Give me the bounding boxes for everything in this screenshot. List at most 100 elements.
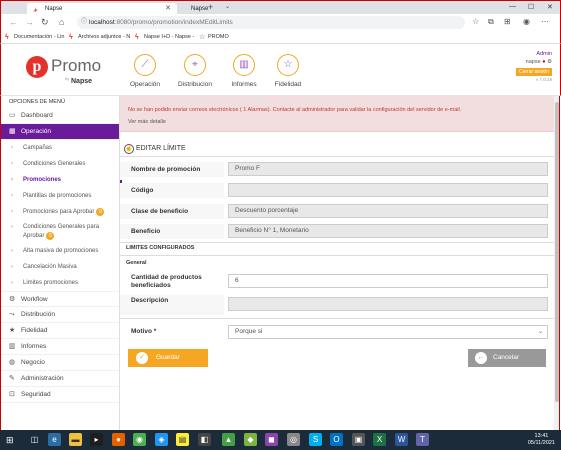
sidebar-item-distribucion[interactable]: ⤳ Distribución <box>1 307 119 323</box>
forward-icon[interactable]: → <box>25 17 34 27</box>
beneficio-field: Beneficio N° 1, Monetario <box>228 224 548 238</box>
sidebar-sub-alta-masiva[interactable]: › Alta masiva de promociones <box>1 243 119 259</box>
check-icon: ✓ <box>136 352 148 364</box>
home-icon[interactable]: ⌂ <box>59 17 64 27</box>
scrollbar[interactable] <box>554 96 560 430</box>
profile-icon[interactable]: ◉ <box>523 17 530 26</box>
bookmark-item[interactable]: ϟ Napse I+D - Napse - <box>135 33 194 42</box>
sidebar: OPCIONES DE MENÚ ▭ Dashboard ▦ Operación… <box>0 96 120 430</box>
chevron-right-icon: › <box>11 248 13 254</box>
globe-icon: ◍ <box>9 359 16 366</box>
minimize-icon[interactable]: — <box>509 3 516 10</box>
sidebar-sub-campanas[interactable]: › Campañas <box>1 140 119 156</box>
terminal-icon[interactable]: ▸ <box>90 433 103 446</box>
thumbs-up-icon: ☝ <box>124 144 134 154</box>
reload-icon[interactable]: ↻ <box>41 17 49 28</box>
bookmark-star-icon[interactable]: ☆ <box>472 17 479 26</box>
sticky-notes-icon[interactable]: ▤ <box>176 433 189 446</box>
alert-more-link[interactable]: Ver más detalle <box>128 116 546 128</box>
promo-logo-icon[interactable]: p <box>26 56 48 78</box>
sidebar-sub-promociones-aprobar[interactable]: › Promociones para Aprobar 0 <box>1 204 119 220</box>
sidebar-title: OPCIONES DE MENÚ <box>9 99 65 105</box>
sidebar-sub-limites[interactable]: › Limites promociones <box>1 275 119 291</box>
windows-start-icon[interactable]: ⊞ <box>6 435 14 446</box>
cancel-button[interactable]: ← Cancelar <box>468 349 546 367</box>
app-icon[interactable]: ▲ <box>222 433 235 446</box>
url-input[interactable]: ⓘ localhost:8080/promo/promotion/indexME… <box>77 16 465 29</box>
new-tab-icon[interactable]: + <box>208 2 213 12</box>
clock-time: 13:41 <box>534 433 549 439</box>
sidebar-sub-condiciones[interactable]: › Condiciones Generales <box>1 156 119 172</box>
bookmark-label: Napse I+D - Napse - <box>144 34 195 40</box>
app-icon[interactable]: ▣ <box>352 433 365 446</box>
back-icon[interactable]: ← <box>9 17 18 27</box>
star-icon: ★ <box>9 327 16 334</box>
scroll-thumb[interactable] <box>555 102 559 402</box>
sidebar-item-workflow[interactable]: ⚙ Workflow <box>1 291 119 307</box>
motivo-select[interactable]: Porque si ⌄ <box>228 325 548 339</box>
app-icon[interactable]: ◎ <box>287 433 300 446</box>
firefox-icon[interactable]: ● <box>112 433 125 446</box>
sidebar-item-informes[interactable]: ▥ Informes <box>1 339 119 355</box>
napse-favicon-icon <box>33 6 38 13</box>
collections-icon[interactable]: ⊞ <box>504 17 511 26</box>
divider <box>120 242 554 243</box>
sidebar-sub-promociones[interactable]: › Promociones <box>1 172 119 188</box>
module-operacion[interactable]: ⟋ Operación <box>125 54 165 88</box>
word-icon[interactable]: W <box>395 433 408 446</box>
tab-label: Napse <box>191 6 209 12</box>
more-menu-icon[interactable]: ⋯ <box>541 17 549 26</box>
app-icon[interactable]: ◼ <box>265 433 278 446</box>
save-button[interactable]: ✓ Guardar <box>128 349 208 367</box>
info-icon: ⓘ <box>81 19 88 25</box>
row-motivo: Motivo * Porque si ⌄ <box>120 325 554 341</box>
extensions-icon[interactable]: ⧉ <box>488 17 494 27</box>
sidebar-item-dashboard[interactable]: ▭ Dashboard <box>1 108 119 124</box>
module-distribucion[interactable]: ⌖ Distribucion <box>175 54 215 88</box>
windows-taskbar: ⊞ ◫ e ▬ ▸ ● ◉ ◈ ▤ ◧ ▲ ◆ ◼ ◎ S O ▣ X W T … <box>0 430 561 450</box>
descripcion-label: Descripción <box>120 295 224 315</box>
app-icon[interactable]: ◆ <box>244 433 257 446</box>
maximize-icon[interactable]: ☐ <box>528 3 534 11</box>
map-pin-icon: ⌖ <box>184 54 206 76</box>
sidebar-item-fidelidad[interactable]: ★ Fidelidad <box>1 323 119 339</box>
clock[interactable]: 13:41 05/11/2021 <box>528 433 555 447</box>
skype-icon[interactable]: S <box>309 433 322 446</box>
tab-menu-chevron-icon[interactable]: ⌄ <box>225 3 230 10</box>
browser-tab-bar: Napse ✕ Napse + ⌄ — ☐ ✕ <box>0 0 561 15</box>
chevron-right-icon: › <box>11 209 13 215</box>
bookmark-item[interactable]: ☆ PROMO <box>199 33 229 42</box>
excel-icon[interactable]: X <box>373 433 386 446</box>
bookmark-item[interactable]: ϟ Archivos adjuntos - N <box>69 33 130 42</box>
sidebar-sub-condiciones-aprobar[interactable]: › Condiciones Generales para Aprobar 0 <box>1 220 119 243</box>
close-window-icon[interactable]: ✕ <box>547 3 553 11</box>
module-label: Informes <box>231 81 257 88</box>
teams-icon[interactable]: T <box>416 433 429 446</box>
bookmark-item[interactable]: ϟ Documentación - Lin <box>5 33 64 42</box>
module-label: Fidelidad <box>274 81 302 88</box>
sidebar-item-operacion[interactable]: ▦ Operación <box>1 124 119 140</box>
task-view-icon[interactable]: ◫ <box>28 433 41 446</box>
edge-icon[interactable]: e <box>48 433 61 446</box>
sidebar-item-seguridad[interactable]: ⊡ Seguridad <box>1 387 119 403</box>
alert-icon: ● <box>542 59 546 65</box>
outlook-icon[interactable]: O <box>330 433 343 446</box>
sidebar-item-administracion[interactable]: ✎ Administración <box>1 371 119 387</box>
sidebar-sub-cancelacion[interactable]: › Cancelación Masiva <box>1 259 119 275</box>
module-informes[interactable]: ▥ Informes <box>224 54 264 88</box>
descripcion-field <box>228 297 548 311</box>
sidebar-sub-plantillas[interactable]: › Plantillas de promociones <box>1 188 119 204</box>
logout-button[interactable]: Cerrar sesión <box>515 68 552 76</box>
bookmarks-bar: ϟ Documentación - Lin ϟ Archivos adjunto… <box>0 31 561 44</box>
module-fidelidad[interactable]: ☆ Fidelidad <box>268 54 308 88</box>
app-icon[interactable]: ◧ <box>198 433 211 446</box>
app-icon[interactable]: ◈ <box>155 433 168 446</box>
cantidad-input[interactable]: 6 <box>228 274 548 288</box>
sidebar-item-negocio[interactable]: ◍ Negocio <box>1 355 119 371</box>
lightning-icon: ϟ <box>69 34 73 41</box>
chevron-right-icon: › <box>11 145 13 151</box>
folder-icon[interactable]: ▬ <box>69 433 82 446</box>
chrome-icon[interactable]: ◉ <box>133 433 146 446</box>
chevron-right-icon: › <box>11 280 13 286</box>
lock-icon: ⊡ <box>9 391 15 398</box>
